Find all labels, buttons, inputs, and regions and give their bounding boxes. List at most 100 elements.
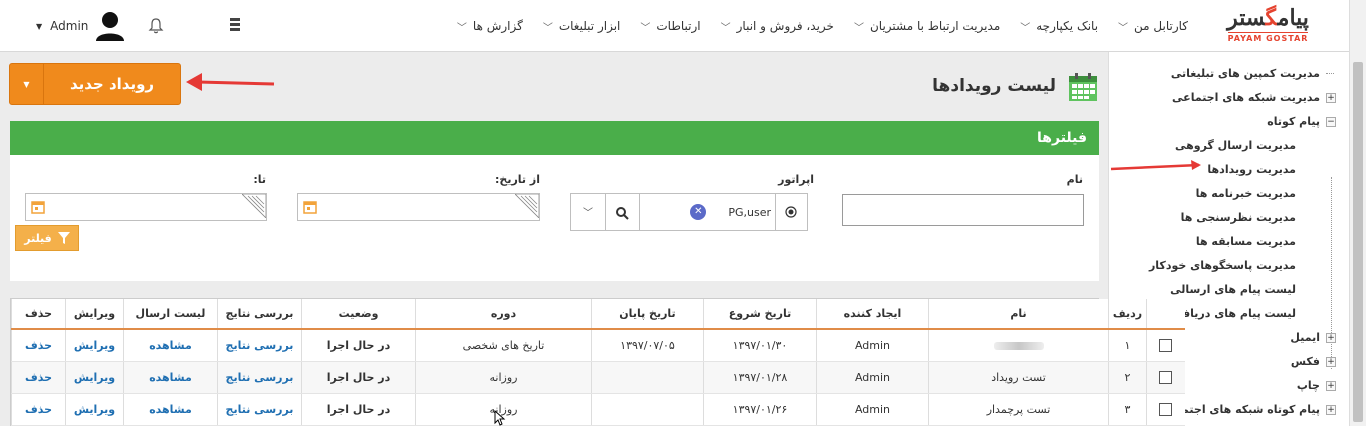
remove-tag-icon[interactable]: ✕: [690, 204, 707, 220]
delete-link[interactable]: حذف: [11, 393, 66, 426]
operator-label: اپراتور: [778, 173, 814, 186]
main-nav: کارتابل من ﹀ بانک یکپارچه ﹀ مدیریت ارتباط …: [447, 0, 1198, 52]
row-start-date: ۱۳۹۷/۰۱/۳۰: [703, 329, 817, 362]
row-status: در حال اجرا: [301, 393, 416, 426]
delete-link[interactable]: حذف: [11, 361, 66, 394]
row-creator: Admin: [816, 329, 929, 362]
sidebar-item-contests[interactable]: مدیریت مسابقه ها: [1121, 230, 1336, 254]
sidebar-item-social[interactable]: + مدیریت شبکه های اجتماعی: [1121, 86, 1336, 110]
view-send-list-link[interactable]: مشاهده: [123, 393, 218, 426]
chevron-down-icon: ﹀: [456, 22, 467, 34]
annotation-arrow-icon: [1110, 160, 1201, 171]
edit-link[interactable]: ویرایش: [65, 393, 124, 426]
table-row[interactable]: ۱ Admin ۱۳۹۷/۰۱/۳۰ ۱۳۹۷/۰۷/۰۵ تاریخ های …: [11, 329, 1185, 362]
row-checkbox[interactable]: [1159, 370, 1173, 384]
nav-item-crm[interactable]: مدیریت ارتباط با مشتریان ﹀: [844, 19, 1010, 34]
chevron-down-icon: ﹀: [720, 22, 731, 34]
column-header: ویرایش: [65, 299, 124, 330]
delete-link[interactable]: حذف: [11, 329, 66, 362]
calendar-icon[interactable]: [303, 200, 317, 214]
sidebar-item-surveys[interactable]: مدیریت نظرسنجی ها: [1121, 206, 1336, 230]
from-date-input[interactable]: [297, 193, 540, 221]
expand-plus-icon[interactable]: +: [1326, 93, 1336, 103]
nav-item-dashboard[interactable]: کارتابل من ﹀: [1108, 19, 1198, 34]
table-row[interactable]: ۳ تست پرچمدار Admin ۱۳۹۷/۰۱/۲۶ روزانه در…: [11, 393, 1185, 426]
view-send-list-link[interactable]: مشاهده: [123, 361, 218, 394]
row-status: در حال اجرا: [301, 329, 416, 362]
expand-plus-icon[interactable]: +: [1326, 381, 1336, 391]
bell-icon[interactable]: [147, 17, 165, 35]
row-name: تست رویداد: [928, 361, 1109, 394]
to-date-input[interactable]: [25, 193, 267, 221]
new-event-button[interactable]: ▼ رویداد جدید: [9, 63, 181, 105]
hamburger-icon[interactable]: [230, 18, 240, 32]
nav-item-communications[interactable]: ارتباطات ﹀: [630, 19, 710, 34]
user-avatar-icon: [96, 12, 125, 41]
sidebar-item-newsletters[interactable]: مدیریت خبرنامه ها: [1121, 182, 1336, 206]
column-header[interactable]: تاریخ پایان: [591, 299, 704, 330]
column-header[interactable]: دوره: [415, 299, 592, 330]
view-send-list-link[interactable]: مشاهده: [123, 329, 218, 362]
edit-link[interactable]: ویرایش: [65, 329, 124, 362]
row-end-date: ۱۳۹۷/۰۷/۰۵: [591, 329, 704, 362]
sidebar-item-sms[interactable]: − پیام کوتاه: [1121, 110, 1336, 134]
chevron-down-icon: ﹀: [853, 22, 864, 34]
column-header: لیست ارسال: [123, 299, 218, 330]
nav-item-bank[interactable]: بانک یکپارچه ﹀: [1010, 19, 1108, 34]
review-results-link[interactable]: بررسی نتایج: [217, 393, 302, 426]
filter-button[interactable]: فیلتر: [15, 225, 79, 251]
chevron-down-icon: ﹀: [1118, 22, 1129, 34]
row-start-date: ۱۳۹۷/۰۱/۲۶: [703, 393, 817, 426]
expand-plus-icon[interactable]: +: [1326, 333, 1336, 343]
row-checkbox[interactable]: [1159, 339, 1173, 352]
edit-link[interactable]: ویرایش: [65, 361, 124, 394]
page-title: لیست رویدادها: [932, 76, 1056, 96]
scrollbar-thumb[interactable]: [1353, 62, 1363, 422]
nav-item-reports[interactable]: گزارش ها ﹀: [447, 19, 533, 34]
to-date-label: تا:: [253, 173, 266, 186]
top-scrollbar: [1349, 0, 1366, 52]
review-results-link[interactable]: بررسی نتایج: [217, 361, 302, 394]
events-table: ردیف نام ایجاد کننده تاریخ شروع تاریخ پا…: [10, 298, 1185, 426]
row-status: در حال اجرا: [301, 361, 416, 394]
row-index: ۳: [1108, 393, 1147, 426]
page-header: لیست رویدادها ▼ رویداد جدید: [0, 52, 1108, 120]
from-date-label: از تاریخ:: [495, 173, 540, 186]
user-name: Admin: [50, 19, 89, 33]
expand-plus-icon[interactable]: +: [1326, 357, 1336, 367]
operator-tag: PG,user ✕: [690, 204, 771, 220]
brand-logo-en: PAYAM GOSTAR: [1227, 32, 1309, 43]
row-checkbox[interactable]: [1159, 402, 1173, 416]
nav-item-sales[interactable]: خرید، فروش و انبار ﹀: [711, 19, 844, 34]
row-name: تست پرچمدار: [928, 393, 1109, 426]
main-content: لیست رویدادها ▼ رویداد جدید فیلترها نام …: [0, 52, 1185, 426]
sidebar-item-autoresponders[interactable]: مدیریت پاسخگوهای خودکار: [1121, 254, 1336, 278]
table-row[interactable]: ۲ تست رویداد Admin ۱۳۹۷/۰۱/۲۸ روزانه در …: [11, 361, 1185, 394]
row-period: روزانه: [415, 361, 592, 394]
filter-panel-title: فیلترها: [10, 121, 1099, 155]
sidebar-item-campaigns[interactable]: مدیریت کمپین های تبلیغاتی: [1121, 62, 1336, 86]
name-input[interactable]: [842, 194, 1084, 226]
brand-logo[interactable]: پیامگستر PAYAM GOSTAR: [1218, 6, 1318, 46]
sidebar-item-bulk-send[interactable]: مدیریت ارسال گروهی: [1121, 134, 1336, 158]
column-header[interactable]: تاریخ شروع: [703, 299, 817, 330]
search-icon[interactable]: [615, 206, 629, 220]
review-results-link[interactable]: بررسی نتایج: [217, 329, 302, 362]
redacted-name: [993, 341, 1044, 350]
column-header[interactable]: نام: [928, 299, 1109, 330]
row-creator: Admin: [816, 393, 929, 426]
chevron-down-icon[interactable]: ﹀: [583, 204, 593, 219]
caret-down-icon[interactable]: ▼: [10, 64, 44, 104]
sidebar-scrollbar[interactable]: [1349, 52, 1366, 426]
user-menu[interactable]: ▼ Admin: [36, 10, 126, 42]
collapse-minus-icon[interactable]: −: [1326, 117, 1336, 127]
operator-select[interactable]: ﹀ PG,user ✕: [570, 193, 808, 231]
expand-plus-icon[interactable]: +: [1326, 405, 1336, 415]
nav-item-marketing[interactable]: ابزار تبلیغات ﹀: [533, 19, 631, 34]
radio-target-icon[interactable]: [785, 206, 797, 218]
column-header[interactable]: ایجاد کننده: [816, 299, 929, 330]
calendar-icon[interactable]: [31, 200, 45, 214]
chevron-down-icon: ﹀: [1020, 22, 1031, 34]
row-creator: Admin: [816, 361, 929, 394]
column-header[interactable]: وضعیت: [301, 299, 416, 330]
